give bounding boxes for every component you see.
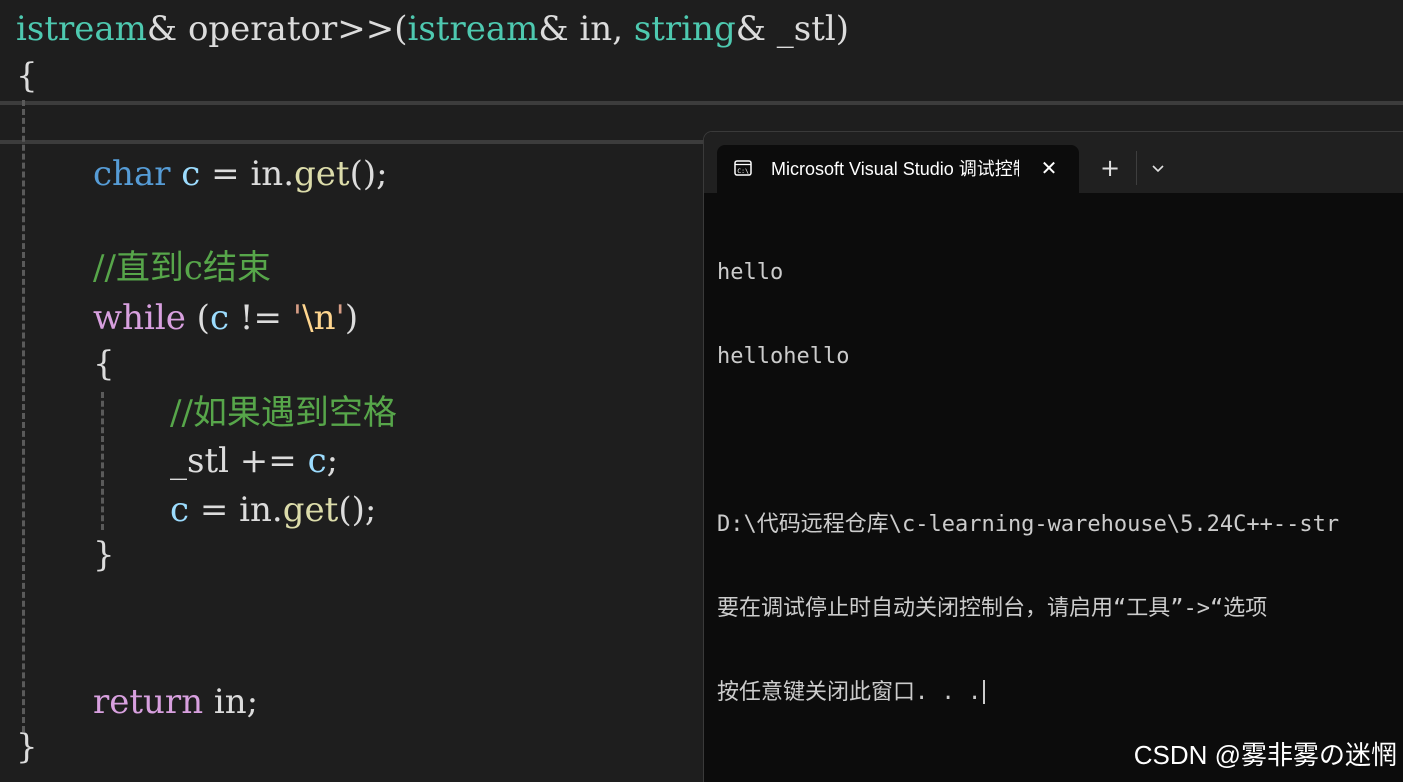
token-object: in.: [250, 154, 295, 194]
console-window-icon: C:\: [734, 160, 752, 176]
token-punct: &: [735, 9, 766, 49]
chevron-down-icon[interactable]: [1148, 156, 1168, 180]
token-param: _stl): [765, 9, 850, 49]
code-line-reassign: c = in.get();: [170, 490, 376, 530]
terminal-line: D:\代码远程仓库\c-learning-warehouse\5.24C++--…: [717, 512, 1340, 537]
token-punct: ): [344, 298, 359, 338]
token-type: istream: [407, 9, 539, 49]
code-line-decl: char c = in.get();: [93, 154, 388, 194]
token-punct: (: [185, 298, 210, 338]
watermark: CSDN @雾非雾の迷惘: [1133, 740, 1397, 770]
token-string: ': [292, 298, 303, 338]
token-type: istream: [16, 9, 147, 49]
token-punct: ();: [349, 154, 388, 194]
token-op: =: [200, 154, 251, 194]
terminal-line: hello: [717, 260, 784, 285]
token-op: =: [189, 490, 240, 530]
terminal-line: 按任意键关闭此窗口. . .: [717, 680, 982, 705]
terminal-prompt-line: 按任意键关闭此窗口. . .: [717, 679, 1403, 707]
terminal-output[interactable]: hello hellohello D:\代码远程仓库\c-learning-wa…: [717, 203, 1403, 782]
code-close-brace: }: [16, 727, 38, 767]
token-object: in.: [239, 490, 283, 530]
token-op: +=: [229, 441, 308, 481]
code-line-while: while (c != '\n'): [93, 298, 358, 338]
new-tab-button[interactable]: +: [1098, 156, 1122, 180]
token-variable: c: [307, 441, 327, 481]
token-function: get: [294, 154, 350, 194]
token-function: operator>>(: [177, 9, 408, 49]
token-keyword: char: [93, 154, 171, 194]
token-keyword: while: [93, 298, 186, 338]
line-highlight-top: [0, 101, 1403, 105]
token-punct: &: [538, 9, 569, 49]
code-comment-2: //如果遇到空格: [170, 393, 397, 433]
token-type: string: [633, 9, 736, 49]
token-keyword: return: [93, 682, 204, 722]
token-op: !=: [229, 298, 293, 338]
terminal-tab-title: Microsoft Visual Studio 调试控制台: [771, 159, 1019, 179]
terminal-titlebar[interactable]: C:\ Microsoft Visual Studio 调试控制台 ✕ +: [704, 132, 1403, 193]
terminal-tab[interactable]: C:\ Microsoft Visual Studio 调试控制台 ✕: [717, 145, 1079, 193]
terminal-line: 要在调试停止时自动关闭控制台，请启用“工具”->“选项: [717, 596, 1268, 621]
token-variable: _stl: [170, 441, 229, 481]
code-line-append: _stl += c;: [170, 441, 338, 481]
token-value: in;: [203, 682, 259, 722]
code-line-signature: istream& operator>>(istream& in, string&…: [16, 9, 849, 49]
token-punct: &: [146, 9, 178, 49]
token-variable: c: [209, 298, 229, 338]
svg-text:C:\: C:\: [737, 167, 749, 175]
token-param: in,: [568, 9, 634, 49]
token-function: get: [282, 490, 339, 530]
debug-console-window[interactable]: C:\ Microsoft Visual Studio 调试控制台 ✕ + he…: [703, 131, 1403, 782]
token-punct: ;: [326, 441, 339, 481]
token-punct: ();: [338, 490, 377, 530]
text-cursor: [983, 680, 986, 704]
terminal-line: hellohello: [717, 344, 850, 369]
code-line-open-brace: {: [16, 56, 38, 96]
token-string: ': [335, 298, 345, 338]
token-variable: c: [170, 490, 190, 530]
token-variable: c: [181, 154, 201, 194]
indent-guide-inner: [101, 392, 104, 530]
code-inner-open-brace: {: [93, 344, 115, 384]
code-inner-close-brace: }: [93, 535, 115, 575]
indent-guide-outer: [22, 100, 25, 732]
token-escape: \n: [302, 298, 336, 338]
close-icon[interactable]: ✕: [1037, 156, 1061, 180]
code-line-return: return in;: [93, 682, 258, 722]
titlebar-divider: [1136, 151, 1137, 185]
code-comment-1: //直到c结束: [93, 248, 271, 288]
